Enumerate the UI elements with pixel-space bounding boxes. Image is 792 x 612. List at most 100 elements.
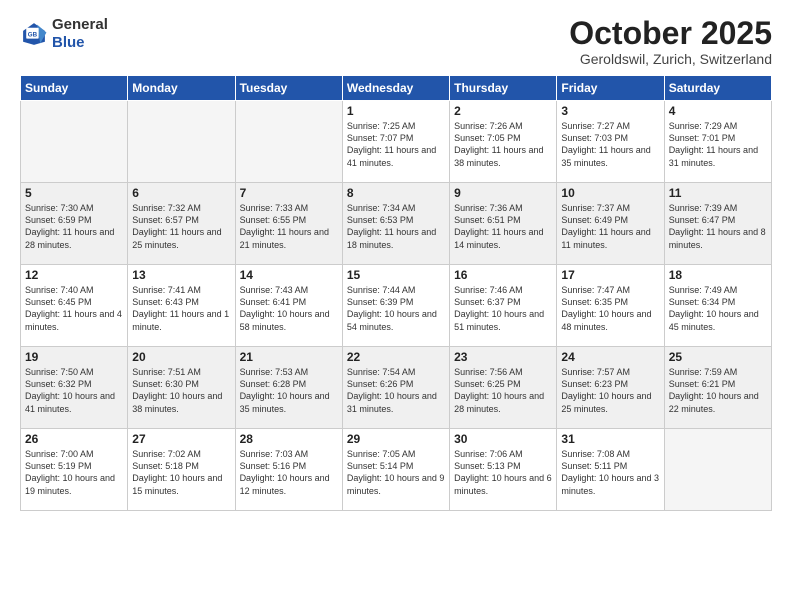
day-number: 30 <box>454 432 552 446</box>
calendar-cell: 7 Sunrise: 7:33 AMSunset: 6:55 PMDaylight… <box>235 183 342 265</box>
day-number: 5 <box>25 186 123 200</box>
cell-info: Sunrise: 7:47 AMSunset: 6:35 PMDaylight:… <box>561 284 659 333</box>
calendar-cell: 22Sunrise: 7:54 AMSunset: 6:26 PMDayligh… <box>342 347 449 429</box>
header-friday: Friday <box>557 76 664 101</box>
day-number: 12 <box>25 268 123 282</box>
cell-info: Sunrise: 7:43 AMSunset: 6:41 PMDaylight:… <box>240 284 338 333</box>
cell-info: Sunrise: 7:40 AMSunset: 6:45 PMDaylight:… <box>25 284 123 333</box>
cell-info: Sunrise: 7:46 AMSunset: 6:37 PMDaylight:… <box>454 284 552 333</box>
cell-info: Sunrise: 7:25 AMSunset: 7:07 PMDaylight:… <box>347 120 445 169</box>
calendar-cell: 13 Sunrise: 7:41 AMSunset: 6:43 PMDayligh… <box>128 265 235 347</box>
calendar-cell: 28 Sunrise: 7:03 AMSunset: 5:16 PMDayligh… <box>235 429 342 511</box>
day-number: 27 <box>132 432 230 446</box>
header-monday: Monday <box>128 76 235 101</box>
header-sunday: Sunday <box>21 76 128 101</box>
cell-info: Sunrise: 7:34 AMSunset: 6:53 PMDaylight:… <box>347 202 445 251</box>
cell-info: Sunrise: 7:32 AMSunset: 6:57 PMDaylight:… <box>132 202 230 251</box>
day-number: 3 <box>561 104 659 118</box>
calendar-cell: 3 Sunrise: 7:27 AMSunset: 7:03 PMDaylight… <box>557 101 664 183</box>
cell-info: Sunrise: 7:51 AMSunset: 6:30 PMDaylight:… <box>132 366 230 415</box>
week-row-4: 26 Sunrise: 7:00 AMSunset: 5:19 PMDayligh… <box>21 429 772 511</box>
calendar-cell: 18Sunrise: 7:49 AMSunset: 6:34 PMDayligh… <box>664 265 771 347</box>
cell-info: Sunrise: 7:50 AMSunset: 6:32 PMDaylight:… <box>25 366 123 415</box>
day-number: 11 <box>669 186 767 200</box>
day-number: 25 <box>669 350 767 364</box>
calendar-cell: 8 Sunrise: 7:34 AMSunset: 6:53 PMDaylight… <box>342 183 449 265</box>
cell-info: Sunrise: 7:00 AMSunset: 5:19 PMDaylight:… <box>25 448 123 497</box>
page: GB General Blue October 2025 Geroldswil,… <box>0 0 792 612</box>
day-number: 13 <box>132 268 230 282</box>
calendar-cell: 26 Sunrise: 7:00 AMSunset: 5:19 PMDayligh… <box>21 429 128 511</box>
header-wednesday: Wednesday <box>342 76 449 101</box>
calendar-cell: 4 Sunrise: 7:29 AMSunset: 7:01 PMDaylight… <box>664 101 771 183</box>
calendar-cell: 17 Sunrise: 7:47 AMSunset: 6:35 PMDayligh… <box>557 265 664 347</box>
calendar-cell: 16 Sunrise: 7:46 AMSunset: 6:37 PMDayligh… <box>450 265 557 347</box>
cell-info: Sunrise: 7:37 AMSunset: 6:49 PMDaylight:… <box>561 202 659 251</box>
logo-icon: GB <box>20 20 48 48</box>
day-number: 17 <box>561 268 659 282</box>
day-number: 2 <box>454 104 552 118</box>
day-number: 31 <box>561 432 659 446</box>
header-thursday: Thursday <box>450 76 557 101</box>
calendar-cell: 15 Sunrise: 7:44 AMSunset: 6:39 PMDayligh… <box>342 265 449 347</box>
logo-general: General <box>52 16 108 34</box>
calendar-cell: 27Sunrise: 7:02 AMSunset: 5:18 PMDayligh… <box>128 429 235 511</box>
calendar-cell: 20 Sunrise: 7:51 AMSunset: 6:30 PMDayligh… <box>128 347 235 429</box>
calendar-cell: 30 Sunrise: 7:06 AMSunset: 5:13 PMDayligh… <box>450 429 557 511</box>
calendar-cell <box>235 101 342 183</box>
week-row-2: 12 Sunrise: 7:40 AMSunset: 6:45 PMDayligh… <box>21 265 772 347</box>
calendar-cell: 24 Sunrise: 7:57 AMSunset: 6:23 PMDayligh… <box>557 347 664 429</box>
svg-text:GB: GB <box>28 31 38 38</box>
subtitle: Geroldswil, Zurich, Switzerland <box>569 51 772 67</box>
day-number: 24 <box>561 350 659 364</box>
calendar-cell: 29Sunrise: 7:05 AMSunset: 5:14 PMDayligh… <box>342 429 449 511</box>
day-number: 26 <box>25 432 123 446</box>
cell-info: Sunrise: 7:57 AMSunset: 6:23 PMDaylight:… <box>561 366 659 415</box>
calendar-cell: 6 Sunrise: 7:32 AMSunset: 6:57 PMDaylight… <box>128 183 235 265</box>
day-number: 4 <box>669 104 767 118</box>
calendar-cell <box>664 429 771 511</box>
cell-info: Sunrise: 7:08 AMSunset: 5:11 PMDaylight:… <box>561 448 659 497</box>
calendar: SundayMondayTuesdayWednesdayThursdayFrid… <box>20 75 772 511</box>
calendar-cell: 12 Sunrise: 7:40 AMSunset: 6:45 PMDayligh… <box>21 265 128 347</box>
cell-info: Sunrise: 7:06 AMSunset: 5:13 PMDaylight:… <box>454 448 552 497</box>
calendar-cell: 10 Sunrise: 7:37 AMSunset: 6:49 PMDayligh… <box>557 183 664 265</box>
week-row-3: 19Sunrise: 7:50 AMSunset: 6:32 PMDayligh… <box>21 347 772 429</box>
day-number: 10 <box>561 186 659 200</box>
day-number: 8 <box>347 186 445 200</box>
calendar-cell <box>128 101 235 183</box>
cell-info: Sunrise: 7:27 AMSunset: 7:03 PMDaylight:… <box>561 120 659 169</box>
cell-info: Sunrise: 7:33 AMSunset: 6:55 PMDaylight:… <box>240 202 338 251</box>
day-number: 6 <box>132 186 230 200</box>
cell-info: Sunrise: 7:03 AMSunset: 5:16 PMDaylight:… <box>240 448 338 497</box>
cell-info: Sunrise: 7:54 AMSunset: 6:26 PMDaylight:… <box>347 366 445 415</box>
cell-info: Sunrise: 7:29 AMSunset: 7:01 PMDaylight:… <box>669 120 767 169</box>
header-saturday: Saturday <box>664 76 771 101</box>
title-block: October 2025 Geroldswil, Zurich, Switzer… <box>569 16 772 67</box>
day-number: 29 <box>347 432 445 446</box>
logo-text: General Blue <box>52 16 108 52</box>
cell-info: Sunrise: 7:53 AMSunset: 6:28 PMDaylight:… <box>240 366 338 415</box>
calendar-cell: 23Sunrise: 7:56 AMSunset: 6:25 PMDayligh… <box>450 347 557 429</box>
logo-blue: Blue <box>52 34 108 52</box>
day-number: 23 <box>454 350 552 364</box>
cell-info: Sunrise: 7:36 AMSunset: 6:51 PMDaylight:… <box>454 202 552 251</box>
day-number: 18 <box>669 268 767 282</box>
cell-info: Sunrise: 7:41 AMSunset: 6:43 PMDaylight:… <box>132 284 230 333</box>
month-title: October 2025 <box>569 16 772 51</box>
calendar-cell: 25Sunrise: 7:59 AMSunset: 6:21 PMDayligh… <box>664 347 771 429</box>
day-number: 15 <box>347 268 445 282</box>
day-number: 7 <box>240 186 338 200</box>
day-number: 28 <box>240 432 338 446</box>
calendar-cell: 2Sunrise: 7:26 AMSunset: 7:05 PMDaylight… <box>450 101 557 183</box>
cell-info: Sunrise: 7:44 AMSunset: 6:39 PMDaylight:… <box>347 284 445 333</box>
calendar-cell: 21Sunrise: 7:53 AMSunset: 6:28 PMDayligh… <box>235 347 342 429</box>
logo: GB General Blue <box>20 16 108 52</box>
day-number: 20 <box>132 350 230 364</box>
day-number: 16 <box>454 268 552 282</box>
cell-info: Sunrise: 7:39 AMSunset: 6:47 PMDaylight:… <box>669 202 767 251</box>
calendar-cell: 9Sunrise: 7:36 AMSunset: 6:51 PMDaylight… <box>450 183 557 265</box>
header: GB General Blue October 2025 Geroldswil,… <box>20 16 772 67</box>
cell-info: Sunrise: 7:30 AMSunset: 6:59 PMDaylight:… <box>25 202 123 251</box>
calendar-cell: 19Sunrise: 7:50 AMSunset: 6:32 PMDayligh… <box>21 347 128 429</box>
